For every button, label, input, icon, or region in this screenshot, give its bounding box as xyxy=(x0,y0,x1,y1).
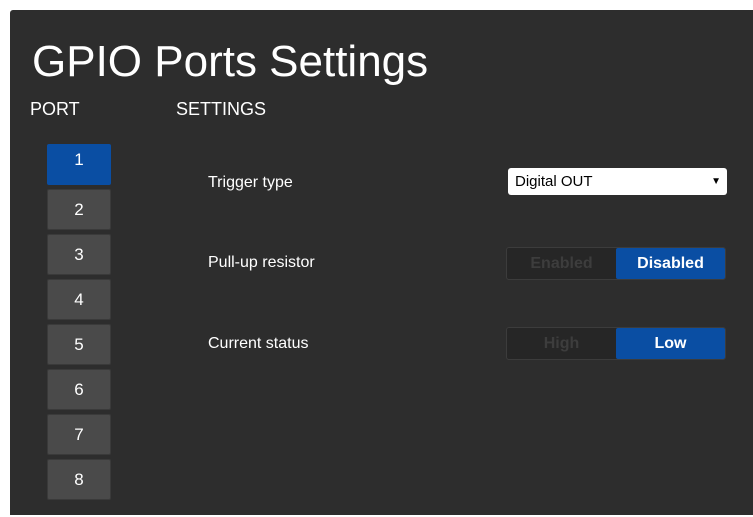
port-button-5[interactable]: 5 xyxy=(47,324,111,365)
port-button-8[interactable]: 8 xyxy=(47,459,111,500)
trigger-type-value: Digital OUT xyxy=(515,173,593,190)
port-button-2[interactable]: 2 xyxy=(47,189,111,230)
pull-up-resistor-label: Pull-up resistor xyxy=(208,254,315,271)
port-button-4[interactable]: 4 xyxy=(47,279,111,320)
port-list: 1 2 3 4 5 6 7 8 xyxy=(47,144,113,504)
current-status-toggle: High Low xyxy=(506,327,726,360)
trigger-type-label: Trigger type xyxy=(208,174,293,191)
status-low-option[interactable]: Low xyxy=(616,328,725,359)
port-button-1[interactable]: 1 xyxy=(47,144,111,185)
port-button-7[interactable]: 7 xyxy=(47,414,111,455)
status-high-option[interactable]: High xyxy=(507,328,616,359)
current-status-label: Current status xyxy=(208,335,309,352)
port-button-3[interactable]: 3 xyxy=(47,234,111,275)
trigger-type-select[interactable]: Digital OUT ▼ xyxy=(508,168,727,195)
pull-up-disabled-option[interactable]: Disabled xyxy=(616,248,725,279)
dropdown-arrow-icon: ▼ xyxy=(711,176,721,187)
port-button-6[interactable]: 6 xyxy=(47,369,111,410)
pull-up-enabled-option[interactable]: Enabled xyxy=(507,248,616,279)
page-title: GPIO Ports Settings xyxy=(32,37,429,86)
settings-column-header: SETTINGS xyxy=(176,99,267,119)
port-column-header: PORT xyxy=(30,99,80,119)
gpio-settings-panel: GPIO Ports Settings PORT SETTINGS 1 2 3 … xyxy=(10,10,753,515)
pull-up-resistor-toggle: Enabled Disabled xyxy=(506,247,726,280)
